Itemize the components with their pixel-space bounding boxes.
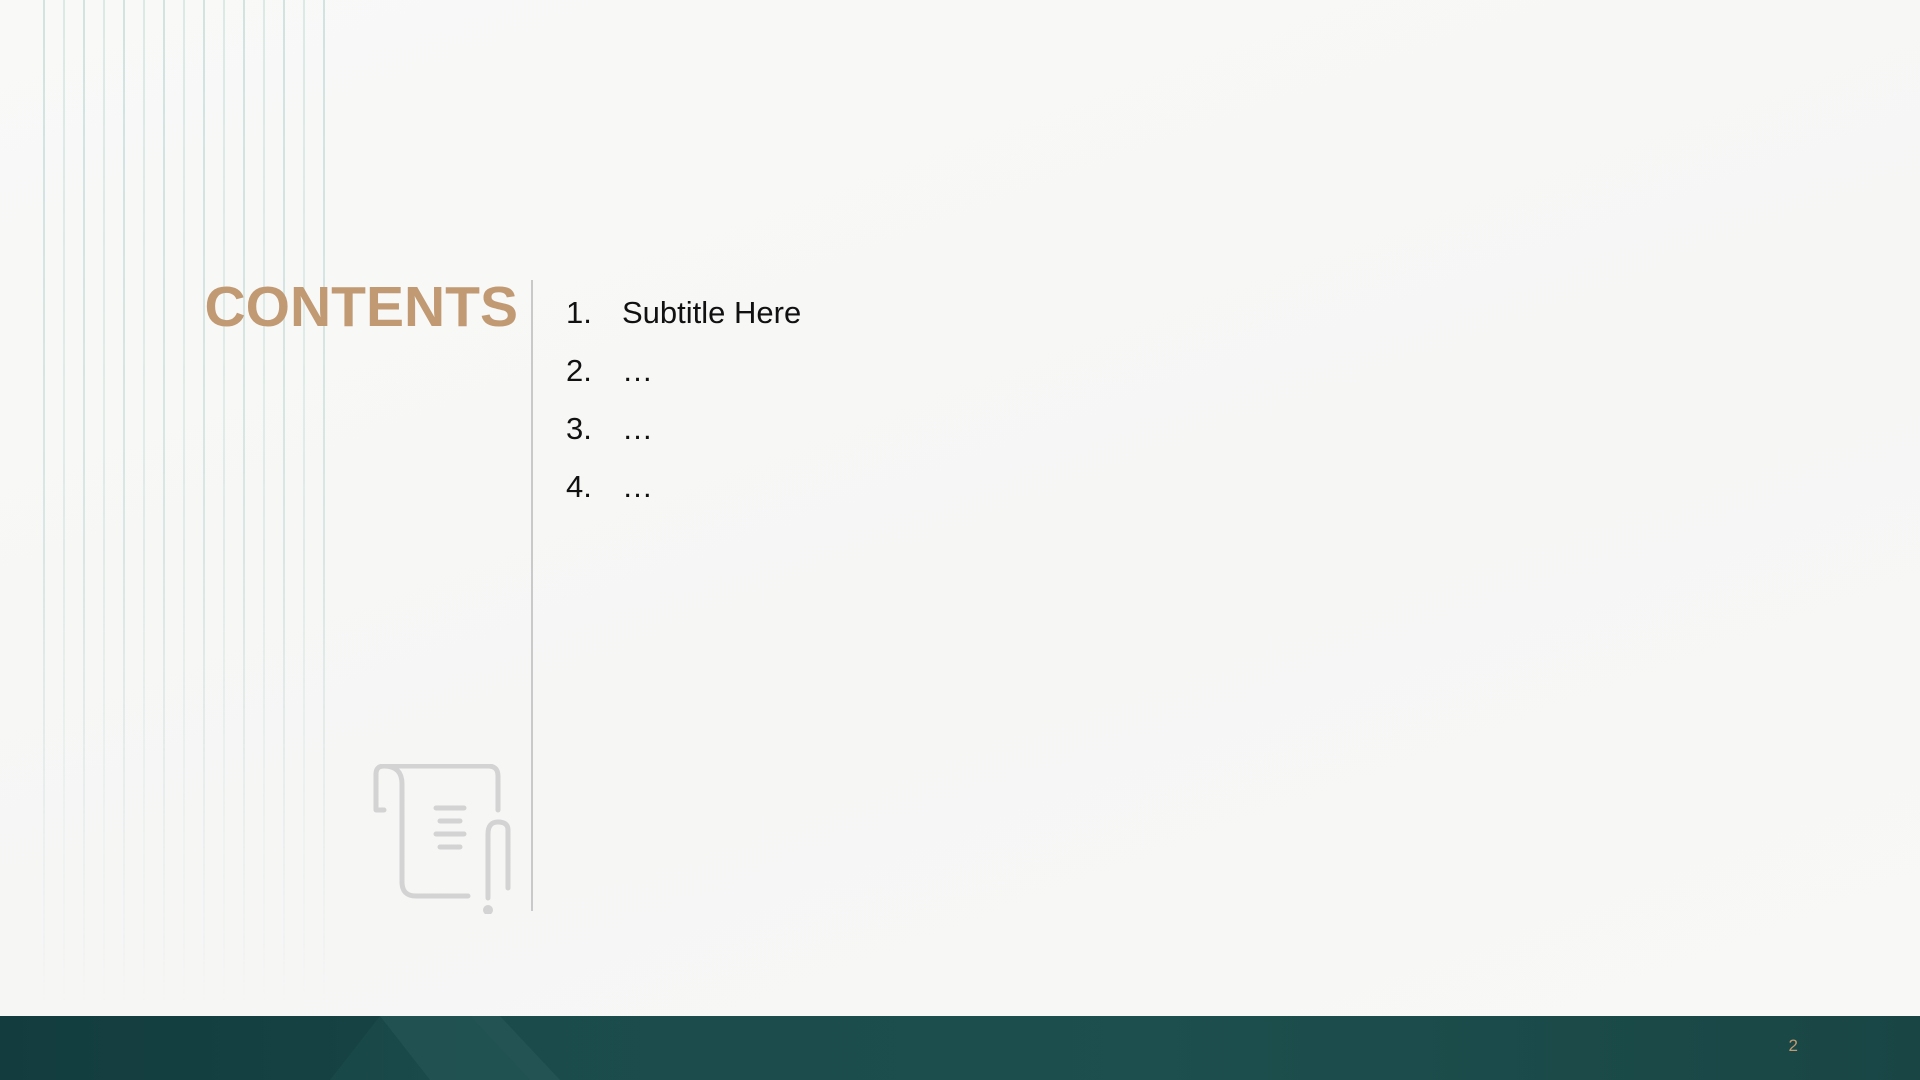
decorative-stripes	[43, 0, 325, 1010]
toc-item-3: 3. …	[566, 400, 801, 458]
footer-band: 2	[0, 1016, 1920, 1080]
toc-item-text: Subtitle Here	[622, 295, 802, 330]
vertical-divider	[531, 280, 533, 911]
slide: CONTENTS 1. Subtitle Here 2. … 3. … 4. …	[0, 0, 1920, 1080]
toc-item-1: 1. Subtitle Here	[566, 284, 801, 342]
page-number: 2	[1788, 1036, 1798, 1055]
toc-item-number: 4.	[566, 469, 592, 504]
contents-title: CONTENTS	[204, 275, 519, 339]
footer-background	[0, 1016, 1920, 1080]
toc-item-number: 3.	[566, 411, 592, 446]
toc-item-number: 2.	[566, 353, 592, 388]
toc-item-text: …	[622, 353, 653, 388]
toc-item-text: …	[622, 469, 653, 504]
toc-item-4: 4. …	[566, 458, 801, 516]
table-of-contents: 1. Subtitle Here 2. … 3. … 4. …	[566, 284, 801, 516]
toc-item-number: 1.	[566, 295, 592, 330]
scroll-document-icon	[373, 764, 511, 914]
toc-item-text: …	[622, 411, 653, 446]
toc-item-2: 2. …	[566, 342, 801, 400]
